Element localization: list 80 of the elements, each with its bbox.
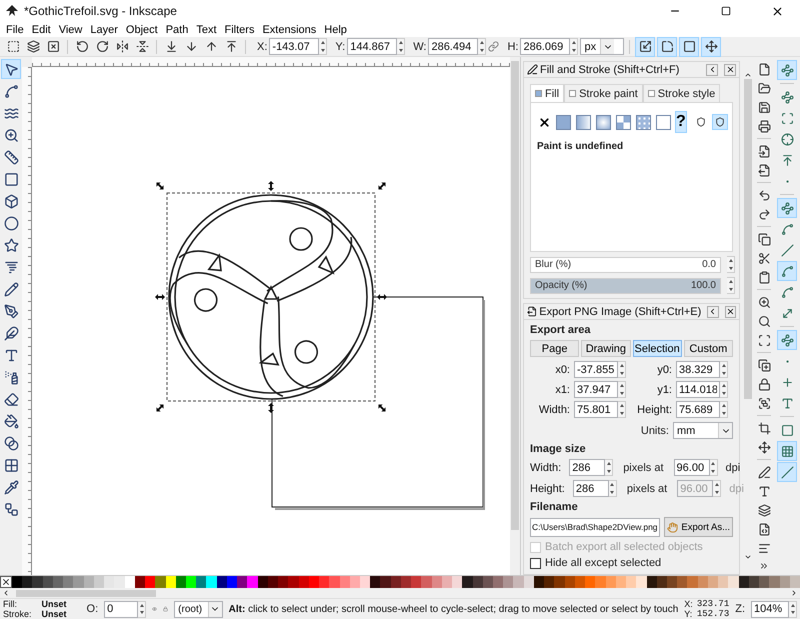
section-heading: Filename <box>530 501 579 513</box>
unit-label: dpi <box>729 482 744 494</box>
unset-paint-button[interactable]: ? <box>675 111 687 133</box>
number-field[interactable]: 38.329 <box>676 361 720 378</box>
section-heading: Image size <box>530 443 587 455</box>
status-message: Alt: click to select under; scroll mouse-wheel to cycle-select; drag to move selected or select by touch <box>228 604 678 614</box>
field-label: Width: <box>530 462 562 474</box>
checkbox-label: Batch export all selected objects <box>545 541 703 553</box>
slider-label: Blur (%) <box>535 259 572 270</box>
menu-item[interactable]: File <box>2 22 28 37</box>
checkbox-label: Hide all except selected <box>545 557 662 569</box>
layer-select[interactable]: (root) <box>174 600 223 618</box>
number-field[interactable]: 96.00 <box>674 459 710 476</box>
menu-item[interactable]: View <box>54 22 86 37</box>
paint-status-text: Paint is undefined <box>537 141 624 152</box>
menu-item[interactable]: Edit <box>28 22 55 37</box>
number-field[interactable]: 286 <box>569 459 606 476</box>
field-label: W: <box>413 40 426 52</box>
units-select[interactable]: mm <box>673 422 733 439</box>
number-field[interactable]: 0 <box>104 600 138 618</box>
field-label: Height: <box>530 482 566 494</box>
field-label: Height: <box>636 404 673 416</box>
slider[interactable]: Opacity (%) 100.0 <box>530 278 721 294</box>
panel-title: Export PNG Image (Shift+Ctrl+E) <box>539 306 702 318</box>
menu-item[interactable]: Help <box>320 22 351 37</box>
unit-select[interactable]: px <box>580 38 624 55</box>
field-label: O: <box>86 603 98 615</box>
field-label: x1: <box>554 384 571 396</box>
slider-value: 0.0 <box>702 259 716 270</box>
menu-item[interactable]: Text <box>192 22 221 37</box>
area-toggle[interactable]: Custom <box>684 340 733 357</box>
number-field[interactable]: -37.855 <box>574 361 618 378</box>
status-label: Stroke: <box>3 609 32 619</box>
menu-item[interactable]: Layer <box>86 22 122 37</box>
section-heading: Export area <box>530 324 592 336</box>
menu-item[interactable]: Object <box>122 22 162 37</box>
number-field[interactable]: 37.947 <box>574 381 618 398</box>
number-field[interactable]: 75.689 <box>676 401 720 418</box>
number-field[interactable]: 75.801 <box>574 401 618 418</box>
field-label: pixels at <box>626 482 668 494</box>
status-value: Unset <box>42 609 67 619</box>
field-label: X: <box>257 40 268 52</box>
filename-field[interactable]: C:\Users\Brad\Shape2DView.png <box>530 518 660 536</box>
menu-item[interactable]: Extensions <box>258 22 320 37</box>
number-field[interactable]: 104% <box>751 600 789 618</box>
tab[interactable]: Fill <box>530 84 564 102</box>
tab[interactable]: Stroke style <box>642 84 720 102</box>
menu-item[interactable]: Path <box>162 22 192 37</box>
slider[interactable]: Blur (%) 0.0 <box>530 256 721 272</box>
number-field[interactable]: 286.494 <box>428 38 478 55</box>
field-label: H: <box>507 40 518 52</box>
export-button[interactable]: Export As... <box>664 517 733 537</box>
field-label: Z: <box>735 603 745 615</box>
status-value: Unset <box>42 599 67 609</box>
area-toggle[interactable]: Page <box>530 340 580 357</box>
slider-value: 100.0 <box>690 280 716 291</box>
area-toggle[interactable]: Drawing <box>581 340 630 357</box>
field-label: y1: <box>656 384 673 396</box>
field-label: Width: <box>538 404 571 416</box>
status-label: Fill: <box>3 599 18 609</box>
number-field[interactable]: 286 <box>572 480 609 497</box>
field-label: Y: <box>335 40 346 52</box>
number-field[interactable]: 286.069 <box>520 38 570 55</box>
number-field[interactable]: -143.07 <box>269 38 320 55</box>
panel-title: Fill and Stroke (Shift+Ctrl+F) <box>540 64 680 76</box>
window-title: *GothicTrefoil.svg - Inkscape <box>24 4 178 18</box>
field-label: Units: <box>640 424 669 436</box>
field-label: x0: <box>554 364 571 376</box>
slider-label: Opacity (%) <box>535 280 588 291</box>
coordinate-label: X: <box>684 599 693 609</box>
area-toggle[interactable]: Selection <box>632 340 682 357</box>
tab[interactable]: Stroke paint <box>564 84 643 102</box>
unit-label: dpi <box>726 462 740 474</box>
field-label: y0: <box>656 364 673 376</box>
coordinate-label: Y: <box>684 609 693 619</box>
number-field[interactable]: 144.867 <box>347 38 398 55</box>
coordinate-value: 323.71 <box>696 599 730 609</box>
coordinate-value: 152.73 <box>696 609 730 619</box>
field-label: pixels at <box>623 462 664 474</box>
menu-item[interactable]: Filters <box>220 22 258 37</box>
